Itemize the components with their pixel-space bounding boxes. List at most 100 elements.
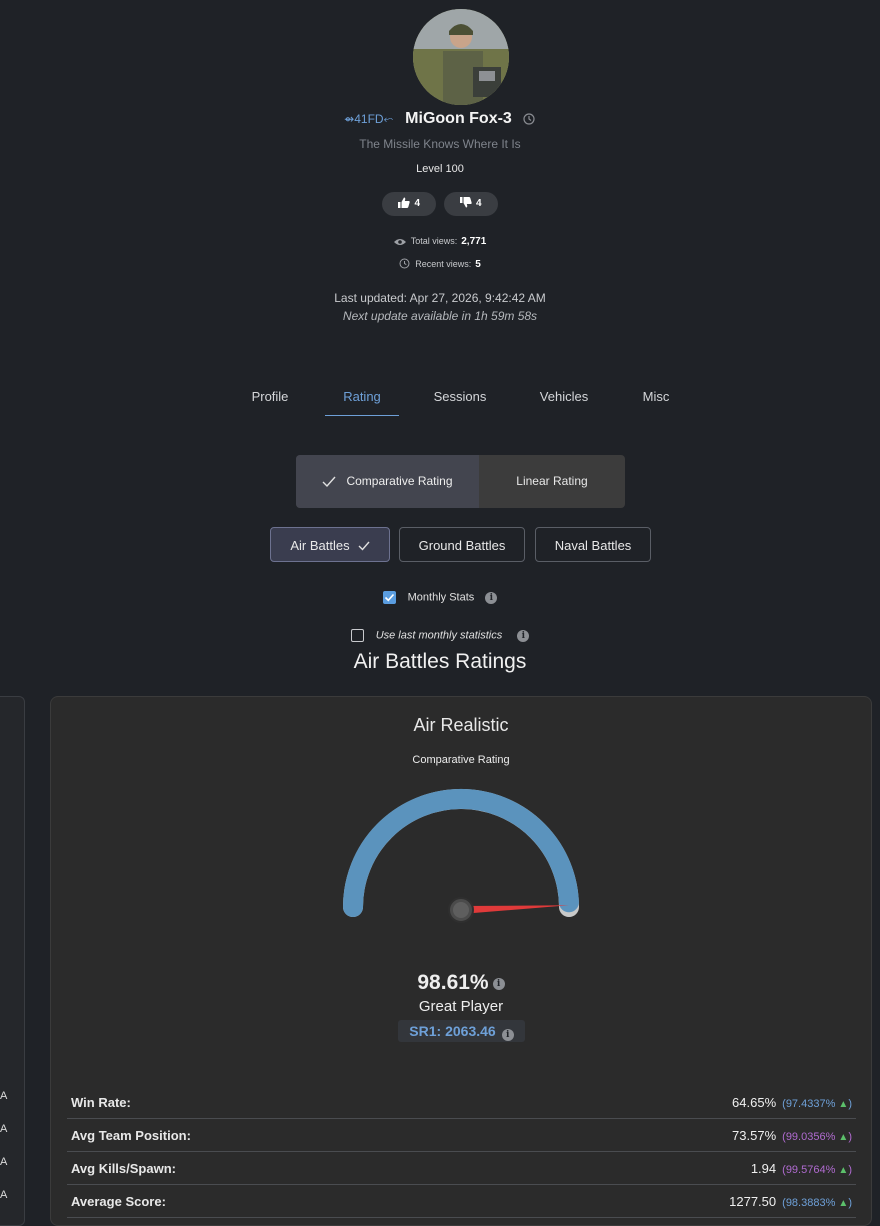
like-count: 4 xyxy=(414,198,420,209)
stat-percentile-value: 97.4337% xyxy=(785,1098,836,1110)
checkmark-icon xyxy=(322,476,336,488)
dislike-count: 4 xyxy=(476,198,482,209)
left-card-cell: A xyxy=(0,1156,8,1168)
gauge-track xyxy=(343,789,579,917)
air-realistic-card: Air Realistic Comparative Rating 98.61% i… xyxy=(50,696,872,1226)
info-icon[interactable]: i xyxy=(492,978,505,990)
stat-percentile-value: 99.0356% xyxy=(785,1131,836,1143)
dislike-button[interactable]: 4 xyxy=(444,192,498,216)
rating-grade: Great Player xyxy=(418,998,504,1015)
previous-card: A A A A xyxy=(0,696,25,1226)
tab-rating[interactable]: Rating xyxy=(325,389,399,416)
gauge-hub-inner xyxy=(453,902,469,918)
ground-battles-button[interactable]: Ground Battles xyxy=(399,527,525,562)
last-updated: Last updated: Apr 27, 2026, 9:42:42 AM xyxy=(334,291,546,305)
gauge-needle xyxy=(460,905,569,914)
tab-profile[interactable]: Profile xyxy=(240,389,300,415)
monthly-stats-checkbox[interactable] xyxy=(382,591,396,604)
tab-misc[interactable]: Misc xyxy=(630,389,682,415)
clan-tag[interactable]: ⇴41FD⬿ xyxy=(344,112,393,127)
stat-percentile: (99.0356% ▲) xyxy=(782,1131,852,1143)
stat-percentile: (98.3883% ▲) xyxy=(782,1197,852,1209)
stat-row: Average Score: 1277.50 (98.3883% ▲) xyxy=(67,1185,856,1218)
last-monthly-option: Use last monthly statistics i xyxy=(0,629,880,642)
left-card-cell: A xyxy=(0,1189,8,1201)
stats-table: Win Rate: 64.65% (97.4337% ▲) Avg Team Po… xyxy=(67,1086,856,1218)
tab-vehicles[interactable]: Vehicles xyxy=(530,389,598,415)
recent-views-value: 5 xyxy=(475,259,481,270)
sr-badge: SR1: 2063.46 i xyxy=(398,1020,525,1042)
stat-percentile-value: 99.5764% xyxy=(785,1164,836,1176)
last-monthly-label: Use last monthly statistics xyxy=(375,629,503,642)
info-icon[interactable]: i xyxy=(485,591,498,604)
stat-value-group: 1277.50 (98.3883% ▲) xyxy=(729,1194,852,1209)
comparative-rating-label: Comparative Rating xyxy=(346,474,453,488)
stat-row: Win Rate: 64.65% (97.4337% ▲) xyxy=(67,1086,856,1119)
rating-mode-toggle: Comparative Rating Linear Rating xyxy=(296,455,625,508)
air-battles-label: Air Battles xyxy=(290,538,350,553)
checkmark-icon xyxy=(358,541,370,551)
stat-label: Avg Kills/Spawn: xyxy=(71,1161,176,1176)
tab-sessions[interactable]: Sessions xyxy=(425,389,495,415)
arrow-up-icon: ▲ xyxy=(838,1165,849,1176)
gauge-fill-arc xyxy=(343,788,579,917)
tab-bar: Profile Rating Sessions Vehicles Misc xyxy=(0,389,880,417)
clan-wing-right-icon: ⬿ xyxy=(383,111,394,126)
stat-label: Average Score: xyxy=(71,1194,166,1209)
clock-icon xyxy=(399,258,410,269)
thumbs-down-icon xyxy=(460,197,472,208)
stat-value: 1.94 xyxy=(750,1161,777,1176)
arrow-up-icon: ▲ xyxy=(838,1099,849,1110)
card-subtitle: Comparative Rating xyxy=(412,754,510,766)
stat-value-group: 73.57% (99.0356% ▲) xyxy=(732,1128,852,1143)
recent-views-label: Recent views: xyxy=(415,259,472,269)
rating-percent-value: 98.61% xyxy=(417,971,489,994)
stat-label: Avg Team Position: xyxy=(71,1128,191,1143)
arrow-up-icon: ▲ xyxy=(838,1198,849,1209)
clan-wing-left-icon: ⇴ xyxy=(344,111,355,126)
stat-percentile: (99.5764% ▲) xyxy=(782,1164,852,1176)
section-title: Air Battles Ratings xyxy=(353,650,527,673)
player-name-row: ⇴41FD⬿ MiGoon Fox-3 xyxy=(0,110,880,132)
monthly-stats-label: Monthly Stats xyxy=(407,591,475,604)
sr-value: SR1: 2063.46 xyxy=(409,1023,496,1039)
like-button[interactable]: 4 xyxy=(382,192,436,216)
info-icon[interactable]: i xyxy=(501,1029,514,1041)
card-title: Air Realistic xyxy=(413,715,509,735)
stat-label: Win Rate: xyxy=(71,1095,131,1110)
total-views-label: Total views: xyxy=(410,236,458,246)
stat-value-group: 1.94 (99.5764% ▲) xyxy=(751,1161,852,1176)
total-views: Total views: 2,771 xyxy=(0,236,880,247)
next-update: Next update available in 1h 59m 58s xyxy=(342,309,538,323)
player-level: Level 100 xyxy=(416,163,464,175)
rating-percent: 98.61% i xyxy=(51,971,871,995)
naval-battles-button[interactable]: Naval Battles xyxy=(535,527,651,562)
total-views-value: 2,771 xyxy=(461,236,487,247)
avatar xyxy=(413,9,509,105)
left-card-cell: A xyxy=(0,1123,8,1135)
thumbs-up-icon xyxy=(398,197,411,208)
player-motto: The Missile Knows Where It Is xyxy=(359,137,521,151)
stat-row: Avg Team Position: 73.57% (99.0356% ▲) xyxy=(67,1119,856,1152)
player-name: MiGoon Fox-3 xyxy=(405,110,512,127)
eye-icon xyxy=(393,239,406,245)
history-icon[interactable] xyxy=(522,112,536,126)
stat-value: 64.65% xyxy=(732,1095,777,1110)
checkmark-icon xyxy=(384,593,394,602)
stat-percentile: (97.4337% ▲) xyxy=(782,1098,852,1110)
stat-value-group: 64.65% (97.4337% ▲) xyxy=(732,1095,852,1110)
info-icon[interactable]: i xyxy=(517,629,530,642)
stat-value: 1277.50 xyxy=(729,1194,777,1209)
vote-buttons: 4 4 xyxy=(0,192,880,216)
recent-views: Recent views: 5 xyxy=(0,258,880,270)
stat-value: 73.57% xyxy=(732,1128,777,1143)
stat-percentile-value: 98.3883% xyxy=(785,1197,836,1209)
arrow-up-icon: ▲ xyxy=(838,1132,849,1143)
clan-tag-text: 41FD xyxy=(354,111,384,126)
comparative-rating-button[interactable]: Comparative Rating xyxy=(296,455,479,508)
rating-gauge xyxy=(343,788,579,923)
linear-rating-button[interactable]: Linear Rating xyxy=(479,455,625,508)
left-card-cell: A xyxy=(0,1090,8,1102)
last-monthly-checkbox[interactable] xyxy=(350,629,364,642)
air-battles-button[interactable]: Air Battles xyxy=(270,527,390,562)
